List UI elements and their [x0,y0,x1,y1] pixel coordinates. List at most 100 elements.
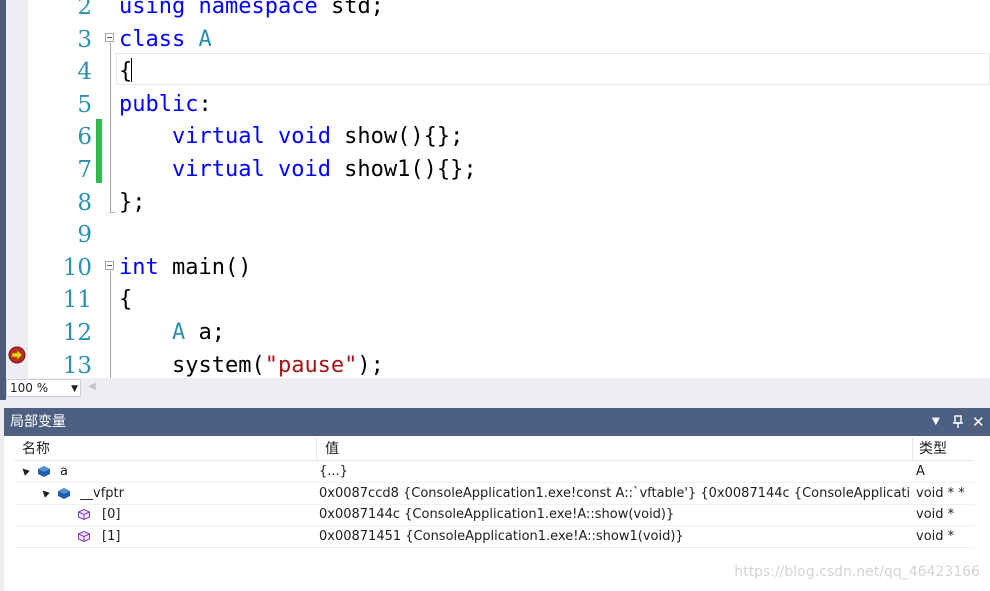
code-line[interactable]: 10 int main() [0,252,990,284]
editor-status-bar: 100 % ▼ ◀ [6,378,990,400]
code-text: using namespace std; [119,0,384,23]
line-number: 9 [77,222,92,249]
local-name: a [60,464,68,479]
watermark: https://blog.csdn.net/qq_46423166 [734,564,980,580]
code-text: virtual void show(){}; [119,121,463,153]
code-token: }; [119,189,146,215]
code-text: { [119,56,132,88]
local-value[interactable]: 0x0087144c {ConsoleApplication1.exe!A::s… [319,504,911,525]
locals-title: 局部变量 [10,414,66,430]
code-token: virtual [171,157,265,182]
line-number: 5 [77,91,92,118]
expand-toggle-icon[interactable]: ▲ [16,462,36,482]
local-value[interactable]: {...} [319,461,911,482]
code-token: virtual [171,124,265,150]
line-number: 4 [77,59,92,86]
line-number: 13 [62,352,92,378]
code-line[interactable]: 11 { [0,284,990,316]
locals-title-bar[interactable]: 局部变量 ▼ ✕ [4,408,990,436]
local-type: void * [916,528,955,544]
code-token: void [277,124,331,150]
local-value[interactable]: 0x0087ccd8 {ConsoleApplication1.exe!cons… [319,483,911,504]
code-token: A [198,26,212,52]
column-header-name[interactable]: 名称 [14,438,317,460]
line-number: 12 [62,320,92,346]
local-value[interactable]: 0x00871451 {ConsoleApplication1.exe!A::s… [319,526,911,547]
local-type: A [916,464,925,479]
code-line[interactable]: 6 virtual void show(){}; [0,121,990,153]
code-text: A a; [119,317,225,349]
code-text: }; [119,187,146,219]
close-icon[interactable]: ✕ [972,408,985,436]
code-text: virtual void show1(){}; [119,154,477,186]
line-number: 10 [62,254,92,281]
scroll-left-icon[interactable]: ◀ [88,381,96,392]
column-header-value[interactable]: 值 [317,438,913,460]
code-token: { [119,59,133,85]
locals-row[interactable]: ▲ __vfptr 0x0087ccd8 {ConsoleApplication1.… [14,483,974,505]
locals-column-header: 名称 值 类型 [14,438,974,461]
code-token: a; [185,320,225,345]
method-icon [78,530,90,542]
code-token: public [119,91,199,117]
object-icon [58,487,70,499]
code-text: { [119,284,132,316]
object-icon [38,466,50,477]
local-type: void * [916,507,955,522]
local-name: [1] [102,528,121,544]
breakpoint-current-statement-icon[interactable] [8,346,26,364]
code-token: { [119,287,133,313]
code-text: system("pause"); [119,350,384,378]
code-line[interactable]: 4{ [0,56,990,88]
code-line[interactable]: 7 virtual void show1(){}; [0,154,990,186]
code-token: std; [317,0,384,19]
code-token: using [119,0,186,19]
code-line[interactable]: 3 class A [0,24,990,56]
code-token: ); [357,352,384,378]
code-token: show(){}; [330,124,464,150]
code-line[interactable]: 2 using namespace std; [0,0,990,23]
method-icon [78,509,90,520]
local-name: __vfptr [80,485,124,501]
code-token: void [277,157,331,182]
locals-row[interactable]: ▲ a {...} A [14,461,974,483]
code-text: public: [119,89,212,121]
code-token: main() [158,254,252,280]
code-text: class A [119,24,212,56]
window-menu-dropdown-icon[interactable]: ▼ [932,408,940,436]
code-editor[interactable]: 2 using namespace std; 3 class A 4{5 public: 6… [0,0,990,378]
code-line[interactable]: 8}; [0,187,990,219]
code-line[interactable]: 9 [0,219,990,251]
code-line[interactable]: 13 system("pause"); [0,350,990,378]
code-line[interactable]: 12 A a; [0,317,990,349]
locals-row[interactable]: [1] 0x00871451 {ConsoleApplication1.exe!A… [14,526,974,548]
code-token: "pause" [264,352,358,378]
column-header-type[interactable]: 类型 [913,438,974,460]
pin-icon[interactable] [952,415,964,429]
line-number: 7 [77,157,92,183]
code-text: int main() [119,252,251,284]
code-token: A [171,320,186,345]
line-number: 2 [77,0,92,20]
locals-row[interactable]: [0] 0x0087144c {ConsoleApplication1.exe!A… [14,504,974,526]
code-token: : [198,91,212,117]
window-frame [0,0,6,400]
panel-splitter[interactable] [0,400,990,408]
code-line[interactable]: 5 public: [0,89,990,121]
line-number: 3 [77,26,92,53]
code-token: namespace [198,0,318,19]
expand-toggle-icon[interactable]: ▲ [36,483,56,503]
line-number: 6 [77,124,92,151]
line-number: 8 [77,189,92,216]
code-token: int [119,254,159,280]
zoom-level-select[interactable]: 100 % ▼ [6,379,81,397]
code-token: show1(){}; [330,157,477,182]
code-token: class [119,26,186,52]
local-name: [0] [102,507,121,522]
